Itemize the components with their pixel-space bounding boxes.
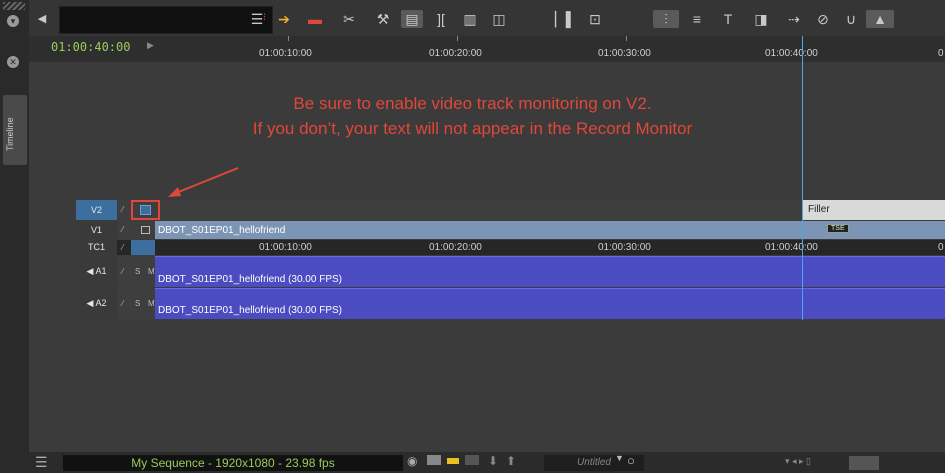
lock-icon[interactable]: ⁄ (122, 243, 123, 252)
mute-button[interactable]: M (148, 299, 155, 308)
track-a1-label: A1 (95, 266, 107, 276)
sequence-name-field[interactable]: My Sequence - 1920x1080 - 23.98 fps (63, 455, 403, 471)
tc-tick: 01:00:30:00 (598, 242, 651, 253)
zoom-slider[interactable] (849, 456, 879, 470)
tc-tick: 01:00:40:00 (765, 242, 818, 253)
screen-icon[interactable] (465, 455, 479, 465)
avid-timeline-window: ▾ ✕ Timeline ◀ ⁝ ☰ ➔ ▬ ✂ ⚒ ▤ ][ ▥ ◫ ▏▌ ⊡… (0, 0, 945, 473)
monitor-toggle-icon[interactable] (427, 455, 441, 465)
search-icon[interactable]: ○ (627, 453, 635, 468)
speaker-icon: ◀ (86, 266, 94, 276)
tc-monitor-block (131, 240, 155, 255)
track-a1-selector[interactable]: ◀ A1 (76, 256, 117, 287)
video-clip-name: DBOT_S01EP01_hellofriend (158, 225, 286, 236)
playhead[interactable] (802, 36, 803, 320)
lock-icon[interactable]: ⁄ (122, 299, 123, 308)
filler-segment[interactable]: Filler (803, 200, 945, 220)
lock-icon[interactable]: ⁄ (122, 267, 123, 276)
audio-clip-name: DBOT_S01EP01_hellofriend (30.00 FPS) (158, 274, 342, 285)
tc-tick: 01:00:20:00 (429, 242, 482, 253)
audio-clip-name: DBOT_S01EP01_hellofriend (30.00 FPS) (158, 305, 342, 316)
chevron-down-icon[interactable]: ▼ (615, 453, 624, 463)
track-tc1-label: TC1 (87, 242, 105, 252)
track-a2-selector[interactable]: ◀ A2 (76, 288, 117, 319)
track-tc1-selector[interactable]: TC1 (76, 240, 117, 255)
down-arrow-icon[interactable]: ⬇ (488, 454, 498, 468)
mute-button[interactable]: M (148, 267, 155, 276)
color-icon[interactable] (447, 458, 459, 464)
tc-tick: 0 (938, 242, 944, 253)
tc-tick: 01:00:10:00 (259, 242, 312, 253)
bin-name: Untitled (577, 457, 611, 468)
up-arrow-icon[interactable]: ⬆ (506, 454, 516, 468)
track-v2-label: V2 (90, 205, 102, 215)
audio-clip-a2[interactable]: DBOT_S01EP01_hellofriend (30.00 FPS) (155, 288, 945, 319)
solo-button[interactable]: S (135, 299, 140, 308)
solo-button[interactable]: S (135, 267, 140, 276)
lock-icon[interactable]: ⁄ (122, 225, 123, 234)
speaker-icon: ◀ (86, 298, 94, 308)
audio-clip-a1[interactable]: DBOT_S01EP01_hellofriend (30.00 FPS) (155, 256, 945, 287)
v2-monitor-button[interactable] (131, 200, 160, 220)
monitor-icon[interactable] (141, 226, 150, 234)
track-v2-selector[interactable]: V2 (76, 200, 117, 220)
track-a2-label: A2 (95, 298, 107, 308)
effect-badge: TSE (827, 224, 849, 233)
monitor-icon (140, 205, 151, 215)
filler-label: Filler (808, 204, 830, 215)
track-v1-selector[interactable]: V1 (76, 221, 117, 239)
record-icon[interactable]: ◉ (407, 454, 417, 468)
video-clip[interactable]: DBOT_S01EP01_hellofriend TSE (155, 221, 945, 239)
zoom-controls[interactable]: ▾ ◂ ▸ ▯ (785, 456, 811, 467)
hamburger-icon[interactable]: ☰ (35, 454, 48, 471)
track-v1-label: V1 (90, 225, 102, 235)
lock-icon[interactable]: ⁄ (122, 205, 123, 214)
bottom-bar: ☰ My Sequence - 1920x1080 - 23.98 fps ◉ … (29, 452, 945, 473)
